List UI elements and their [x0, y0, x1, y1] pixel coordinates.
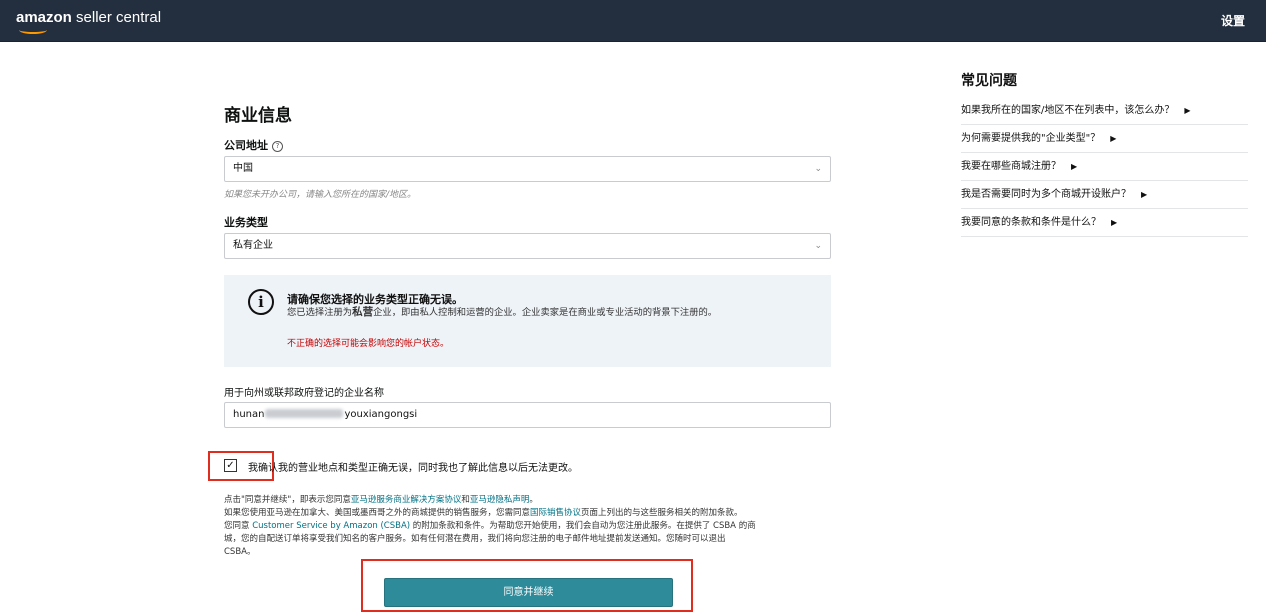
address-hint: 如果您未开办公司，请输入您所在的国家/地区。	[224, 190, 417, 200]
faq-title: 常见问题	[961, 73, 1017, 89]
faq-list: 如果我所在的国家/地区不在列表中，该怎么办？ ▶ 为何需要提供我的"企业类型"？ ▶…	[961, 97, 1248, 237]
company-name-suffix: youxiangongsi	[344, 409, 418, 420]
faq-item[interactable]: 如果我所在的国家/地区不在列表中，该怎么办？ ▶	[961, 97, 1248, 125]
confirm-checkbox-label[interactable]: 我确认我的营业地点和类型正确无误，同时我也了解此信息以后无法更改。	[248, 459, 578, 474]
chevron-down-icon: ⌄	[814, 164, 822, 174]
triangle-right-icon: ▶	[1184, 106, 1191, 115]
logo-product: seller central	[71, 9, 162, 26]
settings-link[interactable]: 设置	[1221, 12, 1245, 29]
alert-body-strong: 私营	[352, 306, 374, 318]
faq-question: 我要同意的条款和条件是什么？	[961, 217, 1101, 228]
logo-brand: amazon	[16, 9, 72, 26]
top-navigation-bar: amazon seller central 设置	[0, 0, 1266, 42]
legal-text-1a: 点击"同意并继续"，即表示您同意	[224, 495, 351, 505]
country-select[interactable]: 中国 ⌄	[224, 156, 831, 182]
business-type-select[interactable]: 私有企业 ⌄	[224, 233, 831, 259]
triangle-right-icon: ▶	[1071, 162, 1078, 171]
legal-text-3a: 您同意	[224, 521, 253, 531]
business-solutions-agreement-link[interactable]: 亚马逊服务商业解决方案协议	[351, 495, 462, 505]
company-address-label-text: 公司地址	[224, 139, 268, 152]
business-type-alert: i 请确保您选择的业务类型正确无误。 您已选择注册为私营企业，即由私人控制和运营…	[224, 275, 831, 367]
alert-body: 您已选择注册为私营企业，即由私人控制和运营的企业。企业卖家是在商业或专业活动的背…	[287, 304, 717, 319]
alert-body-suffix: 企业，即由私人控制和运营的企业。企业卖家是在商业或专业活动的背景下注册的。	[373, 307, 718, 318]
company-name-input[interactable]: hunan youxiangongsi	[224, 402, 831, 428]
checkmark-icon: ✓	[226, 460, 235, 471]
agree-and-continue-button[interactable]: 同意并继续	[384, 578, 673, 607]
legal-line-2: 如果您使用亚马逊在加拿大、美国或墨西哥之外的商城提供的销售服务，您需同意国际销售…	[224, 507, 854, 520]
business-type-select-value: 私有企业	[233, 240, 273, 251]
privacy-notice-link[interactable]: 亚马逊隐私声明	[470, 495, 530, 505]
country-select-value: 中国	[233, 163, 253, 174]
business-type-label: 业务类型	[224, 216, 268, 229]
info-circle-icon: i	[248, 289, 274, 315]
legal-text-2b: 页面上列出的与这些服务相关的附加条款。	[581, 508, 743, 518]
amazon-seller-central-logo[interactable]: amazon seller central	[16, 9, 162, 34]
alert-warning: 不正确的选择可能会影响您的帐户状态。	[287, 339, 450, 349]
faq-question: 我是否需要同时为多个商城开设账户？	[961, 189, 1131, 200]
page-title: 商业信息	[224, 106, 292, 126]
company-name-prefix: hunan	[233, 409, 265, 420]
legal-line-4: 城，您的自配送订单将享受我们知名的客户服务。如有任何潜在费用，我们将向您注册的电…	[224, 534, 726, 544]
redacted-text	[265, 409, 344, 418]
international-selling-agreement-link[interactable]: 国际销售协议	[530, 508, 581, 518]
faq-question: 为何需要提供我的"企业类型"？	[961, 133, 1101, 144]
help-circle-icon[interactable]: ?	[272, 141, 283, 152]
confirm-checkbox[interactable]: ✓	[224, 459, 237, 472]
chevron-down-icon: ⌄	[814, 241, 822, 251]
legal-text-2a: 如果您使用亚马逊在加拿大、美国或墨西哥之外的商城提供的销售服务，您需同意	[224, 508, 531, 518]
triangle-right-icon: ▶	[1141, 190, 1148, 199]
legal-text-1c: 。	[529, 495, 538, 505]
legal-text-3b: 的附加条款和条件。为帮助您开始使用，我们会自动为您注册此服务。在提供了 CSBA…	[410, 521, 756, 531]
legal-line-3: 您同意 Customer Service by Amazon (CSBA) 的附…	[224, 520, 854, 533]
faq-item[interactable]: 我是否需要同时为多个商城开设账户？ ▶	[961, 181, 1248, 209]
faq-question: 我要在哪些商城注册？	[961, 161, 1061, 172]
legal-text: 点击"同意并继续"，即表示您同意亚马逊服务商业解决方案协议和亚马逊隐私声明。 如…	[224, 494, 854, 559]
logo-smile-icon	[19, 26, 47, 34]
faq-question: 如果我所在的国家/地区不在列表中，该怎么办？	[961, 105, 1175, 116]
company-name-label: 用于向州或联邦政府登记的企业名称	[224, 388, 384, 399]
faq-item[interactable]: 为何需要提供我的"企业类型"？ ▶	[961, 125, 1248, 153]
faq-item[interactable]: 我要同意的条款和条件是什么？ ▶	[961, 209, 1248, 237]
triangle-right-icon: ▶	[1110, 134, 1117, 143]
company-address-label: 公司地址?	[224, 137, 283, 153]
legal-line-5: CSBA。	[224, 547, 256, 557]
legal-line-1: 点击"同意并继续"，即表示您同意亚马逊服务商业解决方案协议和亚马逊隐私声明。	[224, 494, 854, 507]
faq-item[interactable]: 我要在哪些商城注册？ ▶	[961, 153, 1248, 181]
triangle-right-icon: ▶	[1111, 218, 1118, 227]
csba-link[interactable]: Customer Service by Amazon (CSBA)	[252, 521, 410, 531]
legal-text-1b: 和	[461, 495, 470, 505]
alert-body-prefix: 您已选择注册为	[287, 307, 353, 318]
